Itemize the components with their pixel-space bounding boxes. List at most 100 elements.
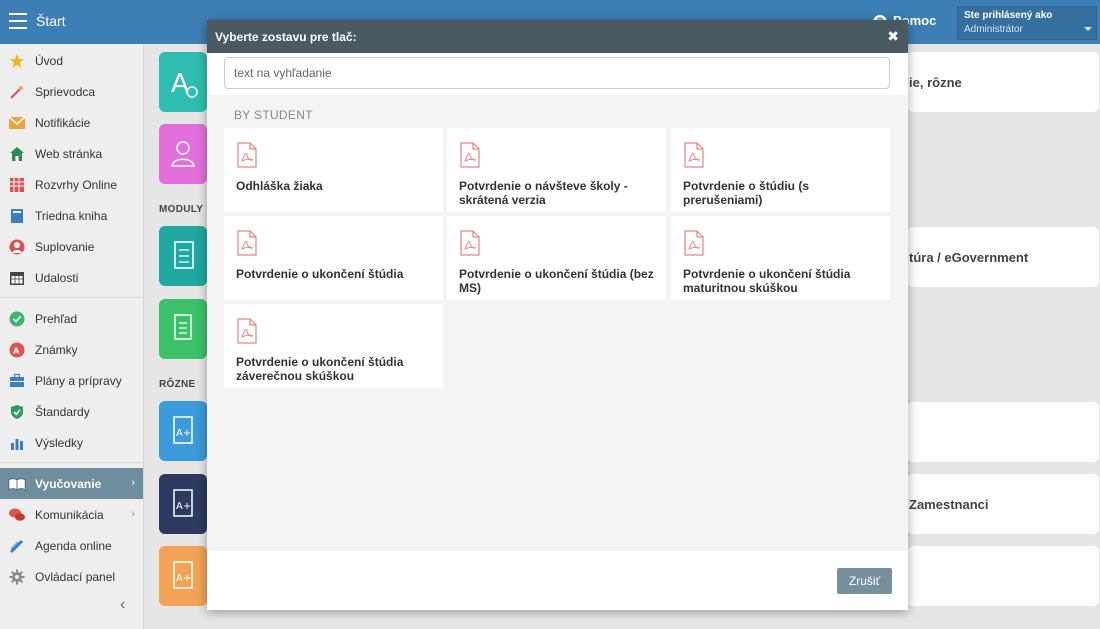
- magic-wand-icon: [8, 83, 26, 101]
- user-menu[interactable]: Ste prihlásený ako Administrátor: [957, 6, 1097, 40]
- grade-document-icon: A+: [173, 416, 193, 444]
- user-login-label: Ste prihlásený ako: [964, 10, 1053, 21]
- menu-icon[interactable]: [9, 13, 27, 29]
- pdf-file-icon: [684, 230, 704, 256]
- gear-icon: [8, 568, 26, 586]
- pencil-icon: [8, 537, 26, 555]
- search-bar: [207, 53, 908, 95]
- module-tile-teal-2[interactable]: [159, 226, 207, 286]
- chevron-right-icon: ›: [131, 477, 135, 489]
- sidebar-divider: [0, 297, 143, 298]
- sidebar-item-label: Ovládací panel: [35, 569, 116, 584]
- section-label-moduly: MODULY: [159, 204, 204, 215]
- report-item[interactable]: Potvrdenie o štúdiu (s prerušeniami): [671, 128, 890, 212]
- report-item[interactable]: Potvrdenie o ukončení štúdia (bez MS): [447, 216, 666, 300]
- app-title[interactable]: Štart: [36, 13, 66, 29]
- report-item[interactable]: Potvrdenie o ukončení štúdia maturitnou …: [671, 216, 890, 300]
- dialog-header: Vyberte zostavu pre tlač: ✖: [207, 20, 908, 53]
- sidebar-item-label: Úvod: [35, 53, 64, 68]
- sidebar-item-vysledky[interactable]: Výsledky: [0, 427, 143, 458]
- pdf-file-icon: [237, 230, 257, 256]
- sidebar-item-triedna-kniha[interactable]: Triedna kniha: [0, 200, 143, 231]
- sidebar-item-standardy[interactable]: Štandardy: [0, 396, 143, 427]
- report-item[interactable]: Potvrdenie o návšteve školy - skrátená v…: [447, 128, 666, 212]
- module-tile-blue[interactable]: A+: [159, 401, 207, 461]
- sidebar-item-rozvrhy-online[interactable]: Rozvrhy Online: [0, 169, 143, 200]
- module-tile-orange[interactable]: A+: [159, 546, 207, 606]
- grade-a-check-icon: A: [171, 69, 198, 99]
- sidebar-item-label: Web stránka: [35, 146, 103, 161]
- check-circle-icon: [8, 310, 26, 328]
- cancel-button[interactable]: Zrušiť: [837, 568, 892, 594]
- sidebar-item-label: Štandardy: [35, 404, 90, 419]
- grade-document-icon: A+: [173, 489, 193, 517]
- chevron-down-icon: [1084, 27, 1092, 31]
- report-item[interactable]: Potvrdenie o ukončení štúdia záverečnou …: [224, 304, 443, 388]
- sidebar-item-udalosti[interactable]: Udalosti: [0, 262, 143, 293]
- open-book-icon: [8, 475, 26, 493]
- star-icon: [8, 52, 26, 70]
- sidebar-item-label: Suplovanie: [35, 239, 95, 254]
- module-tile-green[interactable]: [159, 299, 207, 359]
- sidebar: Úvod Sprievodca Notifikácie Web stránka …: [0, 44, 144, 629]
- briefcase-icon: [8, 372, 26, 390]
- sidebar-item-sprievodca[interactable]: Sprievodca: [0, 76, 143, 107]
- svg-text:A+: A+: [176, 501, 191, 512]
- chevron-right-icon: ›: [131, 508, 135, 520]
- sidebar-item-label: Prehľad: [35, 311, 78, 326]
- dialog-footer: Zrušiť: [207, 551, 908, 610]
- svg-text:A+: A+: [176, 573, 191, 584]
- sidebar-item-plany-a-pripravy[interactable]: Plány a prípravy: [0, 365, 143, 396]
- sidebar-item-label: Plány a prípravy: [35, 373, 122, 388]
- module-card-label: túra / eGovernment: [909, 250, 1029, 265]
- house-icon: [8, 145, 26, 163]
- sidebar-item-suplovanie[interactable]: Suplovanie: [0, 231, 143, 262]
- module-card[interactable]: Zamestnanci: [907, 474, 1099, 534]
- pdf-file-icon: [460, 230, 480, 256]
- pdf-file-icon: [684, 142, 704, 168]
- grade-icon: A: [8, 341, 26, 359]
- document-list-icon: [174, 241, 194, 269]
- module-card[interactable]: [907, 402, 1099, 462]
- report-name: Potvrdenie o štúdiu (s prerušeniami): [683, 179, 810, 207]
- sidebar-item-label: Komunikácia: [35, 507, 104, 522]
- document-lines-icon: [174, 314, 192, 340]
- report-item[interactable]: Potvrdenie o ukončení štúdia: [224, 216, 443, 300]
- close-icon[interactable]: ✖: [887, 28, 899, 45]
- module-card[interactable]: túra / eGovernment: [907, 227, 1099, 287]
- sidebar-item-label: Notifikácie: [35, 115, 91, 130]
- collapse-sidebar-icon[interactable]: ‹: [120, 596, 125, 614]
- module-tile-navy[interactable]: A+: [159, 474, 207, 534]
- sidebar-item-znamky[interactable]: A Známky: [0, 334, 143, 365]
- module-tile-pink[interactable]: [159, 124, 207, 184]
- module-card[interactable]: [907, 546, 1099, 606]
- section-label-rozne: RÔZNE: [159, 379, 196, 390]
- sidebar-item-label: Známky: [35, 342, 78, 357]
- sidebar-item-prehlad[interactable]: Prehľad: [0, 303, 143, 334]
- dialog-title: Vyberte zostavu pre tlač:: [215, 30, 357, 44]
- sidebar-item-komunikacia[interactable]: Komunikácia ›: [0, 499, 143, 530]
- sidebar-item-notifikacie[interactable]: Notifikácie: [0, 107, 143, 138]
- module-tile-teal[interactable]: A: [159, 52, 207, 112]
- pdf-file-icon: [237, 142, 257, 168]
- bar-chart-icon: [8, 434, 26, 452]
- module-card-label: Zamestnanci: [909, 497, 989, 512]
- sidebar-item-uvod[interactable]: Úvod: [0, 45, 143, 76]
- report-item[interactable]: Odhláška žiaka: [224, 128, 443, 212]
- grade-document-icon: A+: [173, 561, 193, 589]
- shield-check-icon: [8, 403, 26, 421]
- sidebar-item-label: Udalosti: [35, 270, 79, 285]
- sidebar-divider: [0, 462, 143, 463]
- sidebar-item-ovladaci-panel[interactable]: Ovládací panel: [0, 561, 143, 592]
- report-name: Potvrdenie o ukončení štúdia záverečnou …: [236, 355, 404, 383]
- sidebar-item-label: Triedna kniha: [35, 208, 108, 223]
- sidebar-item-vyucovanie[interactable]: Vyučovanie ›: [0, 468, 143, 499]
- module-card[interactable]: ie, rôzne: [907, 52, 1099, 112]
- report-name: Potvrdenie o ukončení štúdia maturitnou …: [683, 267, 851, 295]
- sidebar-item-agenda-online[interactable]: Agenda online: [0, 530, 143, 561]
- svg-text:A: A: [171, 69, 189, 99]
- sidebar-item-web-stranka[interactable]: Web stránka: [0, 138, 143, 169]
- report-name: Potvrdenie o návšteve školy - skrátená v…: [459, 179, 628, 207]
- module-card-label: ie, rôzne: [909, 75, 962, 90]
- search-input[interactable]: [224, 57, 890, 89]
